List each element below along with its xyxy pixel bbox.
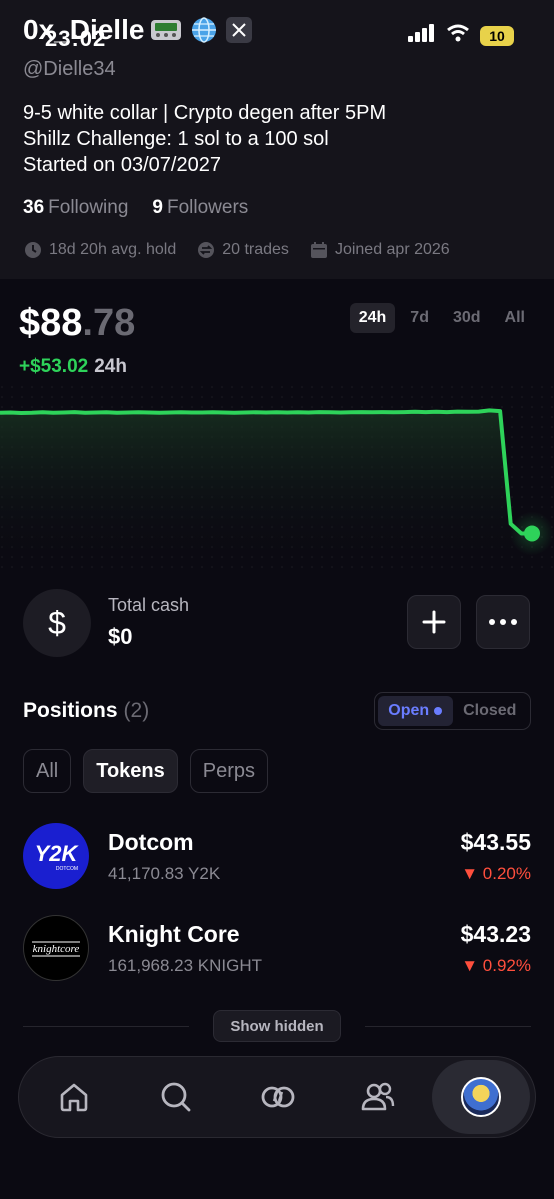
trades-text: 20 trades [222, 241, 289, 258]
profile-meta: 18d 20h avg. hold 20 trades Joined apr 2… [23, 240, 450, 260]
range-selector: 24h 7d 30d All [349, 303, 534, 333]
portfolio-chart[interactable] [0, 385, 554, 570]
profile-bio: 9-5 white collar | Crypto degen after 5P… [23, 100, 386, 178]
divider [365, 1026, 531, 1027]
down-triangle-icon: ▼ [461, 956, 483, 975]
dotcom-logo: Y2K DOTCOM [23, 823, 89, 889]
token-change-text: 0.92% [482, 956, 531, 975]
status-time: 23:02 [45, 26, 107, 51]
down-triangle-icon: ▼ [461, 864, 483, 883]
range-30d[interactable]: 30d [444, 303, 490, 333]
portfolio-value: $88.78 [19, 302, 135, 345]
swap-icon [261, 1086, 295, 1108]
wifi-icon [446, 24, 470, 47]
calendar-icon [310, 242, 327, 258]
signal-icon [408, 24, 436, 47]
nav-swap[interactable] [238, 1057, 318, 1137]
nav-people[interactable] [338, 1057, 418, 1137]
token-change: ▼ 0.92% [461, 956, 531, 976]
people-icon [361, 1082, 395, 1111]
profile-handle: @Dielle34 [23, 58, 116, 80]
range-all[interactable]: All [496, 303, 534, 333]
follow-stats: 36 Following 9 Followers [23, 197, 248, 219]
toggle-closed[interactable]: Closed [453, 696, 528, 726]
avg-hold: 18d 20h avg. hold [23, 240, 176, 260]
filter-tokens[interactable]: Tokens [83, 749, 178, 793]
range-24h[interactable]: 24h [349, 303, 396, 333]
positions-count: (2) [123, 699, 150, 722]
followers-label: Followers [166, 197, 249, 218]
portfolio-change: +$53.02 24h [19, 356, 127, 378]
following-count: 36 [23, 197, 45, 218]
more-button[interactable] [476, 595, 530, 649]
position-filters: All Tokens Perps [23, 749, 269, 793]
cash-value: $0 [108, 624, 133, 649]
following-link[interactable]: 36 Following [23, 197, 128, 219]
globe-icon [188, 17, 220, 43]
change-amount: +$53.02 [19, 356, 89, 377]
filter-all[interactable]: All [23, 749, 72, 793]
chart-area [0, 410, 532, 570]
clock-icon [25, 242, 41, 258]
value-main: $88 [19, 302, 83, 344]
avg-hold-text: 18d 20h avg. hold [49, 241, 177, 258]
logo-subtext: DOTCOM [56, 866, 78, 872]
toggle-open-label: Open [388, 702, 430, 719]
avatar [461, 1077, 501, 1117]
dollar-icon: $ [23, 589, 91, 657]
more-dots-icon [489, 619, 517, 625]
trades: 20 trades [196, 240, 289, 260]
open-closed-toggle: Open Closed [374, 692, 531, 730]
pager-icon [150, 17, 182, 43]
joined: Joined apr 2026 [309, 240, 450, 260]
nav-profile[interactable] [432, 1060, 530, 1134]
status-icons: 10 [408, 24, 514, 47]
nav-search[interactable] [136, 1057, 216, 1137]
home-icon [60, 1083, 88, 1112]
cash-label: Total cash [108, 595, 190, 615]
token-amount: 41,170.83 Y2K [108, 864, 221, 883]
bio-line: Shillz Challenge: 1 sol to a 100 sol [23, 128, 329, 150]
toggle-open[interactable]: Open [378, 696, 453, 726]
show-hidden-button[interactable]: Show hidden [213, 1010, 341, 1042]
active-dot [434, 707, 443, 715]
token-value: $43.55 [460, 829, 531, 855]
token-change: ▼ 0.20% [461, 864, 531, 884]
token-change-text: 0.20% [482, 864, 531, 883]
bottom-nav [18, 1056, 536, 1138]
following-label: Following [48, 197, 129, 218]
chart-endpoint [524, 525, 540, 542]
value-cents: .78 [82, 302, 136, 344]
change-period: 24h [94, 356, 127, 377]
add-button[interactable] [407, 595, 461, 649]
divider [23, 1026, 189, 1027]
bio-line: Started on 03/07/2027 [23, 154, 221, 176]
joined-text: Joined apr 2026 [334, 241, 450, 258]
logo-text: knightcore [33, 943, 80, 955]
followers-link[interactable]: 9 Followers [152, 197, 248, 219]
filter-perps[interactable]: Perps [189, 749, 269, 793]
token-name: Dotcom [108, 829, 194, 855]
nav-home[interactable] [34, 1057, 114, 1137]
x-logo-icon[interactable] [226, 17, 253, 43]
battery-indicator: 10 [480, 25, 514, 46]
token-value: $43.23 [460, 921, 531, 947]
bio-line: 9-5 white collar | Crypto degen after 5P… [23, 102, 387, 124]
logo-text: Y2K [35, 841, 80, 866]
positions-title: Positions (2) [23, 699, 149, 723]
token-name: Knight Core [108, 921, 240, 947]
followers-count: 9 [152, 197, 163, 218]
search-icon [161, 1082, 191, 1112]
position-row[interactable]: knightcore Knight Core 161,968.23 KNIGHT… [23, 915, 531, 981]
knightcore-logo: knightcore [23, 915, 89, 981]
range-7d[interactable]: 7d [401, 303, 438, 333]
positions-label: Positions [23, 699, 118, 722]
plus-icon [422, 610, 446, 634]
token-amount: 161,968.23 KNIGHT [108, 956, 263, 975]
swap-arrows-icon [198, 242, 215, 258]
position-row[interactable]: Y2K DOTCOM Dotcom 41,170.83 Y2K $43.55 ▼… [23, 823, 531, 889]
